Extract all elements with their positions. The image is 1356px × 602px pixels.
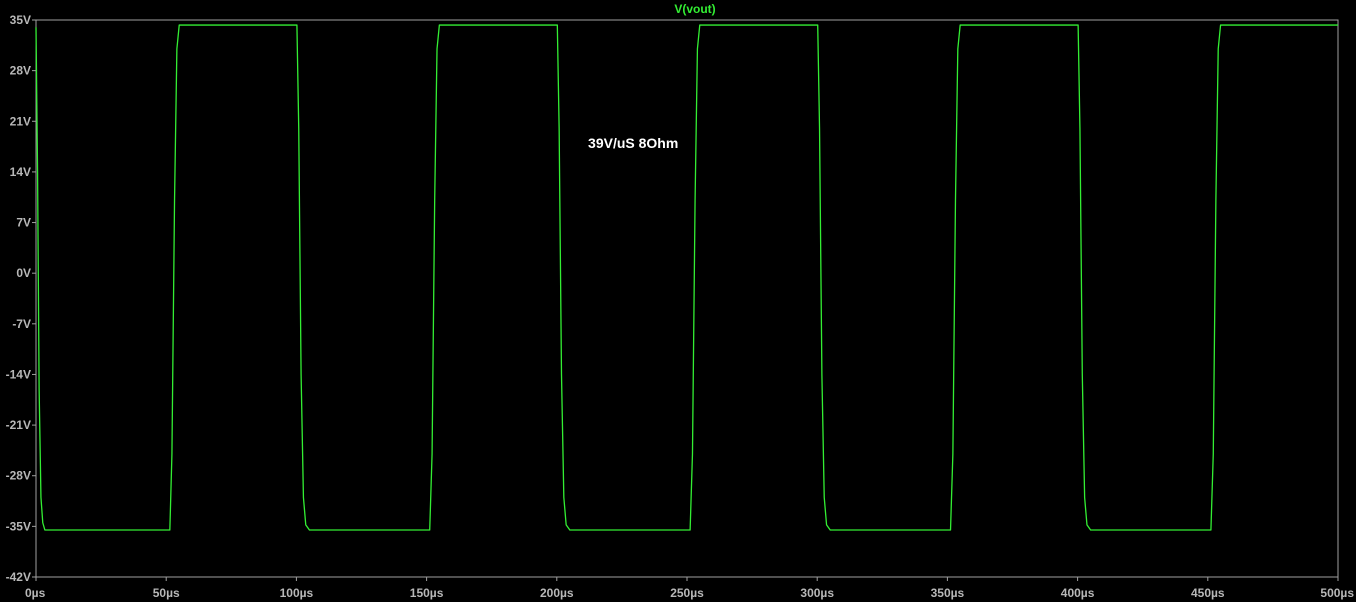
x-tick-label: 500µs: [1320, 586, 1354, 600]
x-tick-label: 50µs: [153, 586, 180, 600]
y-tick-label: 35V: [10, 13, 31, 27]
x-tick-label: 450µs: [1191, 586, 1225, 600]
annotation-label: 39V/uS 8Ohm: [588, 135, 678, 151]
y-tick-label: 28V: [10, 64, 31, 78]
x-tick-label: 150µs: [410, 586, 444, 600]
plot-frame: [35, 19, 1339, 578]
y-tick-label: 21V: [10, 114, 31, 128]
y-tick-label: -28V: [6, 469, 31, 483]
y-axis-group: 35V 28V 21V 14V 7V 0V -7V -14V -21V -28V -35V -42V: [6, 13, 36, 584]
x-tick-label: 350µs: [931, 586, 965, 600]
series-line-vout: [35, 24, 1338, 531]
x-tick-label: 100µs: [280, 586, 314, 600]
x-tick-label: 250µs: [670, 586, 704, 600]
series-group: [35, 24, 1338, 531]
y-tick-label: 14V: [10, 165, 31, 179]
y-tick-label: 7V: [16, 216, 31, 230]
chart-title[interactable]: V(vout): [674, 2, 715, 16]
y-tick-label: -14V: [6, 367, 31, 381]
y-tick-label: -35V: [6, 519, 31, 533]
plot-frame-group: [35, 19, 1339, 578]
x-tick-label: 0µs: [25, 586, 46, 600]
y-tick-label: -7V: [12, 317, 31, 331]
y-tick-label: -21V: [6, 418, 31, 432]
x-tick-label: 300µs: [800, 586, 834, 600]
x-axis-group: 0µs 50µs 100µs 150µs 200µs 250µs 300µs 350µs 400…: [25, 577, 1354, 600]
y-tick-label: 0V: [16, 266, 31, 280]
x-tick-label: 400µs: [1061, 586, 1095, 600]
y-tick-label: -42V: [6, 570, 31, 584]
chart-plot: 35V28V21V14V7V0V-7V-14V-21V-28V-35V-42V …: [6, 2, 1355, 600]
x-tick-label: 200µs: [540, 586, 574, 600]
